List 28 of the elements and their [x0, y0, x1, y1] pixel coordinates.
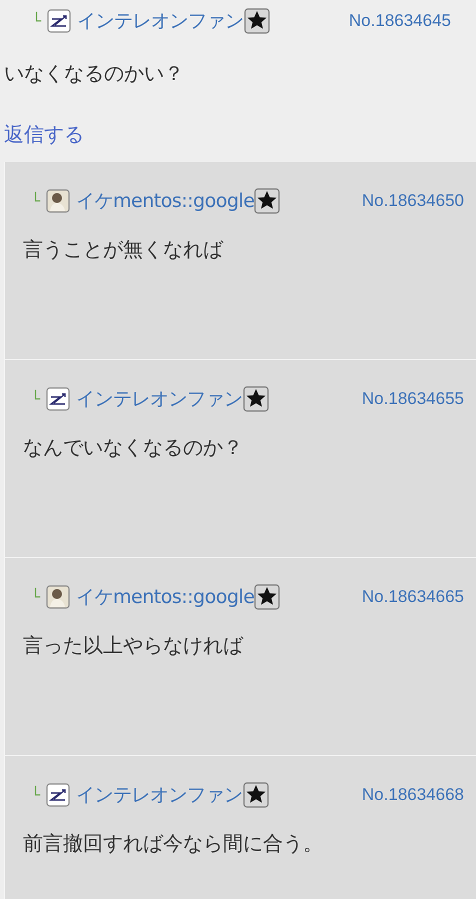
star-badge-icon [254, 584, 280, 610]
post-text: いなくなるのかい？ [4, 60, 185, 87]
author-link[interactable]: イケmentos::google [76, 188, 254, 214]
reply-text: 言った以上やらなければ [23, 632, 244, 659]
post-number: No.18634650 [362, 191, 464, 211]
star-badge-icon [254, 188, 280, 214]
reply-marker: └ [31, 786, 40, 804]
author-link[interactable]: インテレオンファン [77, 8, 244, 34]
reply-text: 前言撤回すれば今なら間に合う。 [23, 830, 324, 857]
author-link[interactable]: インテレオンファン [76, 782, 243, 808]
post-number: No.18634668 [362, 785, 464, 805]
reply-marker: └ [31, 390, 40, 408]
reply-text: なんでいなくなるのか？ [23, 434, 244, 461]
avatar-icon [46, 585, 70, 609]
reply-link[interactable]: 返信する [4, 121, 84, 148]
star-badge-icon [242, 782, 269, 808]
reply-text: 言うことが無くなれば [23, 236, 224, 263]
avatar-icon [46, 189, 70, 213]
author-link[interactable]: インテレオンファン [76, 386, 243, 412]
reply-marker: └ [31, 192, 40, 210]
reply-marker: └ [31, 588, 40, 606]
post-number: No.18634655 [362, 389, 464, 409]
post-number: No.18634645 [348, 11, 451, 31]
star-badge-icon [244, 8, 270, 34]
author-link[interactable]: イケmentos::google [76, 584, 254, 610]
star-badge-icon [242, 386, 269, 412]
post-number: No.18634665 [362, 587, 464, 607]
reply-marker: └ [32, 12, 42, 30]
